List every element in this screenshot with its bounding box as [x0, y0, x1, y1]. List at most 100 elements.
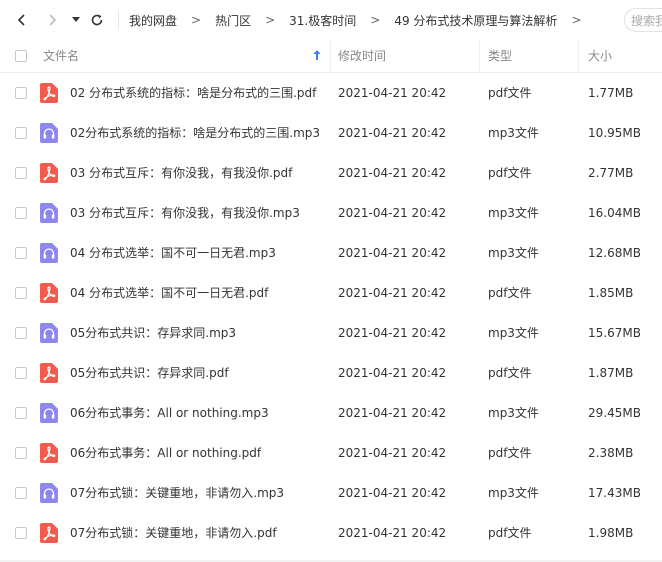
file-type: pdf文件 — [488, 446, 532, 460]
file-row[interactable]: 06分布式事务：All or nothing.pdf 2021-04-21 20:… — [0, 433, 662, 473]
file-name[interactable]: 07分布式锁：关键重地，非请勿入.mp3 — [70, 473, 284, 513]
file-row[interactable]: 07分布式锁：关键重地，非请勿入.pdf 2021-04-21 20:42 pdf文… — [0, 513, 662, 553]
column-divider[interactable] — [578, 40, 579, 72]
file-modified-time: 2021-04-21 20:42 — [338, 486, 447, 500]
file-modified-time: 2021-04-21 20:42 — [338, 326, 447, 340]
file-type: mp3文件 — [488, 246, 539, 260]
file-row[interactable]: 03 分布式互斥：有你没我，有我没你.mp3 2021-04-21 20:42 mp… — [0, 193, 662, 233]
audio-file-icon — [40, 203, 58, 223]
file-type: mp3文件 — [488, 406, 539, 420]
file-type: pdf文件 — [488, 86, 532, 100]
file-type: mp3文件 — [488, 486, 539, 500]
pdf-file-icon — [40, 83, 58, 103]
search-input[interactable]: 搜索我 — [624, 8, 662, 32]
file-row[interactable]: 04 分布式选举：国不可一日无君.mp3 2021-04-21 20:42 mp3文… — [0, 233, 662, 273]
file-row[interactable]: 06分布式事务：All or nothing.mp3 2021-04-21 20:… — [0, 393, 662, 433]
breadcrumb-item[interactable]: 我的网盘 — [129, 12, 177, 29]
pdf-file-icon — [40, 443, 58, 463]
column-header-size[interactable]: 大小 — [588, 40, 612, 72]
file-size: 12.68MB — [588, 246, 641, 260]
file-modified-time: 2021-04-21 20:42 — [338, 126, 447, 140]
file-size: 15.67MB — [588, 326, 641, 340]
file-row[interactable]: 05分布式共识：存异求同.mp3 2021-04-21 20:42 mp3文件 15.… — [0, 313, 662, 353]
row-checkbox[interactable] — [15, 327, 27, 339]
row-checkbox[interactable] — [15, 207, 27, 219]
toolbar-divider — [118, 11, 119, 29]
history-dropdown-button[interactable] — [68, 10, 84, 30]
file-size: 2.77MB — [588, 166, 634, 180]
file-name[interactable]: 03 分布式互斥：有你没我，有我没你.pdf — [70, 153, 292, 193]
row-checkbox[interactable] — [15, 167, 27, 179]
file-row[interactable]: 07分布式锁：关键重地，非请勿入.mp3 2021-04-21 20:42 mp3文… — [0, 473, 662, 513]
breadcrumb-item[interactable]: 31.极客时间 — [289, 12, 356, 29]
file-name[interactable]: 06分布式事务：All or nothing.pdf — [70, 433, 261, 473]
audio-file-icon — [40, 323, 58, 343]
file-size: 1.85MB — [588, 286, 634, 300]
column-divider[interactable] — [330, 40, 331, 72]
file-size: 16.04MB — [588, 206, 641, 220]
file-name[interactable]: 05分布式共识：存异求同.mp3 — [70, 313, 236, 353]
refresh-button[interactable] — [87, 10, 107, 30]
file-size: 29.45MB — [588, 406, 641, 420]
file-modified-time: 2021-04-21 20:42 — [338, 366, 447, 380]
column-header-modified[interactable]: 修改时间 — [338, 40, 386, 72]
breadcrumb: 我的网盘 > 热门区 > 31.极客时间 > 49 分布式技术原理与算法解析 > — [118, 0, 595, 40]
audio-file-icon — [40, 403, 58, 423]
file-size: 2.38MB — [588, 446, 634, 460]
file-size: 10.95MB — [588, 126, 641, 140]
toolbar: 我的网盘 > 热门区 > 31.极客时间 > 49 分布式技术原理与算法解析 >… — [0, 0, 662, 40]
file-size: 17.43MB — [588, 486, 641, 500]
file-row[interactable]: 05分布式共识：存异求同.pdf 2021-04-21 20:42 pdf文件 1.8… — [0, 353, 662, 393]
file-type: pdf文件 — [488, 286, 532, 300]
file-name[interactable]: 05分布式共识：存异求同.pdf — [70, 353, 229, 393]
file-type: mp3文件 — [488, 126, 539, 140]
file-name[interactable]: 06分布式事务：All or nothing.mp3 — [70, 393, 269, 433]
file-row[interactable]: 03 分布式互斥：有你没我，有我没你.pdf 2021-04-21 20:42 pd… — [0, 153, 662, 193]
file-size: 1.98MB — [588, 526, 634, 540]
row-checkbox[interactable] — [15, 527, 27, 539]
select-all-checkbox[interactable] — [15, 50, 27, 62]
breadcrumb-separator: > — [370, 13, 381, 27]
breadcrumb-item[interactable]: 49 分布式技术原理与算法解析 — [394, 12, 557, 29]
file-type: mp3文件 — [488, 206, 539, 220]
pdf-file-icon — [40, 283, 58, 303]
forward-button[interactable] — [42, 10, 62, 30]
file-name[interactable]: 04 分布式选举：国不可一日无君.pdf — [70, 273, 268, 313]
file-name[interactable]: 02分布式系统的指标：啥是分布式的三围.mp3 — [70, 113, 320, 153]
file-name[interactable]: 07分布式锁：关键重地，非请勿入.pdf — [70, 513, 277, 553]
back-button[interactable] — [12, 10, 32, 30]
pdf-file-icon — [40, 523, 58, 543]
file-row[interactable]: 02 分布式系统的指标：啥是分布式的三围.pdf 2021-04-21 20:42… — [0, 73, 662, 113]
file-row[interactable]: 02分布式系统的指标：啥是分布式的三围.mp3 2021-04-21 20:42 m… — [0, 113, 662, 153]
column-header-type[interactable]: 类型 — [488, 40, 512, 72]
file-row[interactable]: 04 分布式选举：国不可一日无君.pdf 2021-04-21 20:42 pdf文… — [0, 273, 662, 313]
row-checkbox[interactable] — [15, 407, 27, 419]
file-size: 1.77MB — [588, 86, 634, 100]
pdf-file-icon — [40, 363, 58, 383]
row-checkbox[interactable] — [15, 367, 27, 379]
file-name[interactable]: 03 分布式互斥：有你没我，有我没你.mp3 — [70, 193, 300, 233]
column-divider[interactable] — [479, 40, 480, 72]
file-type: mp3文件 — [488, 326, 539, 340]
row-checkbox[interactable] — [15, 447, 27, 459]
row-checkbox[interactable] — [15, 247, 27, 259]
audio-file-icon — [40, 483, 58, 503]
file-size: 1.87MB — [588, 366, 634, 380]
caret-down-icon — [72, 17, 80, 22]
row-checkbox[interactable] — [15, 487, 27, 499]
row-checkbox[interactable] — [15, 287, 27, 299]
file-name[interactable]: 02 分布式系统的指标：啥是分布式的三围.pdf — [70, 73, 316, 113]
breadcrumb-item[interactable]: 热门区 — [215, 12, 251, 29]
audio-file-icon — [40, 123, 58, 143]
file-modified-time: 2021-04-21 20:42 — [338, 166, 447, 180]
file-type: pdf文件 — [488, 366, 532, 380]
row-checkbox[interactable] — [15, 127, 27, 139]
file-name[interactable]: 04 分布式选举：国不可一日无君.mp3 — [70, 233, 276, 273]
column-header-name[interactable]: 文件名 — [43, 40, 79, 72]
file-modified-time: 2021-04-21 20:42 — [338, 406, 447, 420]
audio-file-icon — [40, 243, 58, 263]
row-checkbox[interactable] — [15, 87, 27, 99]
sort-ascending-icon[interactable] — [313, 49, 321, 61]
breadcrumb-separator: > — [571, 13, 582, 27]
file-modified-time: 2021-04-21 20:42 — [338, 206, 447, 220]
